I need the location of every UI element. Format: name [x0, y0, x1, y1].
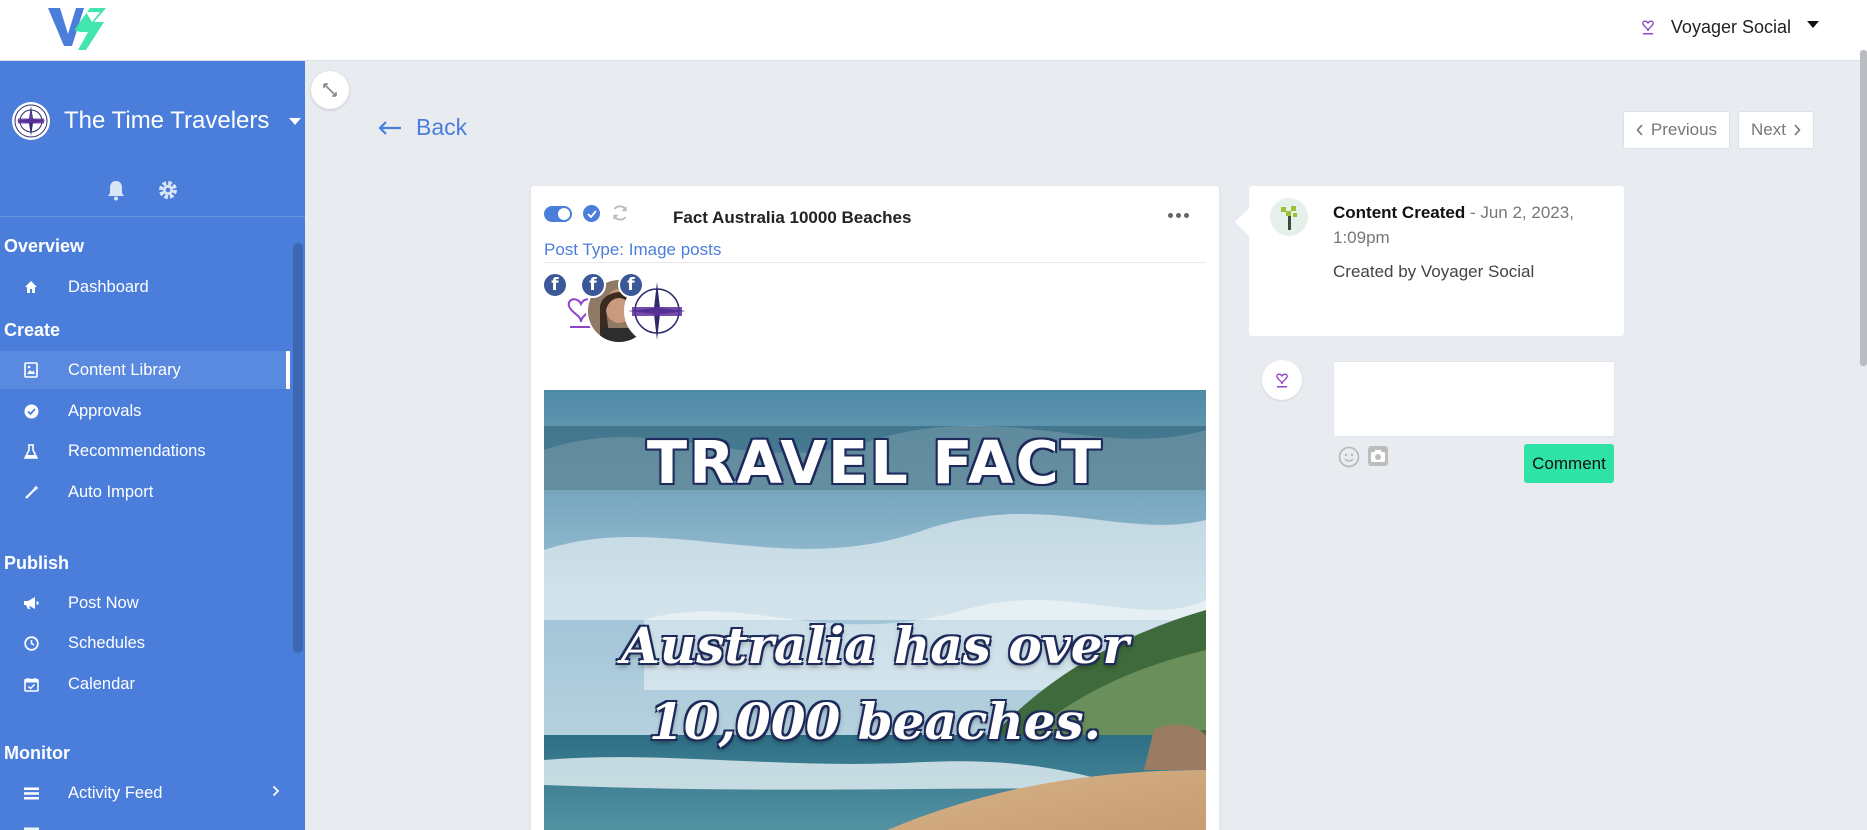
chevron-right-icon — [272, 785, 280, 797]
post-image[interactable]: TRAVEL FACT Australia has over 10,000 be… — [544, 390, 1206, 830]
sidebar-item-activity-feed[interactable]: Activity Feed — [0, 774, 290, 812]
back-link[interactable]: Back — [378, 114, 467, 141]
sidebar-item-label: Recommendations — [68, 441, 206, 460]
section-overview: Overview — [4, 236, 85, 256]
sidebar-item-label: Approvals — [68, 401, 142, 420]
post-card: Fact Australia 10000 Beaches Post Type: … — [531, 186, 1219, 830]
brand-avatar — [12, 102, 50, 140]
camera-icon[interactable] — [1367, 445, 1389, 467]
chevron-right-icon — [1794, 124, 1801, 136]
activity-title: Content Created - Jun 2, 2023, 1:09pm — [1333, 200, 1603, 250]
sidebar-item-schedules[interactable]: Schedules — [0, 624, 290, 662]
section-create: Create — [4, 320, 61, 340]
image-heading: TRAVEL FACT — [646, 428, 1104, 497]
sidebar-item-calendar[interactable]: Calendar — [0, 665, 290, 703]
facebook-icon: f — [618, 272, 644, 298]
next-button[interactable]: Next — [1738, 111, 1814, 149]
sidebar-item-label: Auto Import — [68, 482, 154, 501]
sidebar-item-label: Post Now — [68, 593, 139, 612]
comment-button[interactable]: Comment — [1524, 444, 1614, 483]
section-publish: Publish — [4, 553, 70, 573]
sidebar-item-post-now[interactable]: Post Now — [0, 584, 290, 622]
previous-button[interactable]: Previous — [1622, 111, 1731, 149]
activity-avatar — [1270, 198, 1308, 236]
sidebar-item-auto-import[interactable]: Auto Import — [0, 473, 290, 511]
arrow-left-icon — [378, 120, 401, 135]
sidebar-item-label: Dashboard — [68, 277, 149, 296]
sidebar-item-label: Schedules — [68, 633, 146, 652]
divider — [544, 262, 1206, 263]
list-icon — [22, 784, 40, 802]
section-monitor: Monitor — [4, 743, 70, 763]
image-caption-line: Australia has over — [621, 616, 1129, 675]
voyager-logo-icon — [1276, 373, 1288, 388]
clock-icon — [22, 634, 40, 652]
image-file-icon — [22, 361, 40, 379]
image-caption: Australia has over 10,000 beaches. — [544, 608, 1206, 760]
megaphone-icon — [22, 594, 40, 612]
top-bar: Voyager Social — [0, 0, 1867, 61]
page-scrollbar[interactable] — [1860, 50, 1867, 366]
pager: Previous Next — [1622, 111, 1814, 149]
home-icon — [22, 278, 40, 296]
account-menu[interactable]: Voyager Social — [1636, 16, 1819, 38]
back-label: Back — [416, 114, 468, 140]
expand-toggle-button[interactable] — [311, 71, 349, 109]
more-options-icon[interactable] — [1168, 213, 1189, 218]
account-name: Voyager Social — [1670, 16, 1791, 37]
calendar-check-icon — [22, 675, 40, 693]
target-profiles: f f f — [542, 272, 708, 348]
flask-icon — [22, 442, 40, 460]
sidebar-item-content-library[interactable]: Content Library — [0, 351, 290, 389]
sidebar-item-label: Calendar — [68, 674, 135, 693]
previous-label: Previous — [1650, 120, 1718, 139]
compass-icon — [14, 104, 48, 138]
next-label: Next — [1751, 120, 1786, 139]
account-avatar-icon — [1636, 16, 1659, 38]
comment-input[interactable] — [1333, 361, 1615, 437]
sidebar-item-dashboard[interactable]: Dashboard — [0, 268, 290, 306]
caret-down-icon — [289, 117, 302, 125]
commenter-avatar — [1262, 360, 1302, 400]
magic-wand-icon — [22, 483, 40, 501]
brand-name: The Time Travelers — [64, 107, 270, 134]
sidebar-item-recommendations[interactable]: Recommendations — [0, 432, 290, 470]
post-enabled-toggle[interactable] — [544, 206, 572, 222]
post-type: Post Type: Image posts — [544, 240, 722, 259]
caret-down-icon — [1807, 20, 1819, 28]
bell-icon[interactable] — [105, 179, 127, 201]
activity-body: Created by Voyager Social — [1333, 262, 1535, 281]
chevron-left-icon — [1636, 124, 1643, 136]
post-title: Fact Australia 10000 Beaches — [673, 208, 912, 227]
app-logo[interactable] — [46, 4, 108, 54]
image-caption-line: 10,000 beaches. — [648, 692, 1102, 751]
refresh-icon[interactable] — [611, 204, 629, 222]
facebook-icon: f — [580, 272, 606, 298]
check-circle-icon — [22, 402, 40, 420]
sidebar-item-label: Activity Feed — [68, 783, 163, 802]
expand-arrows-icon — [323, 83, 337, 97]
sidebar-item-label: Content Library — [68, 360, 181, 379]
list-icon — [22, 824, 40, 830]
facebook-icon: f — [542, 272, 568, 298]
emoji-icon[interactable] — [1338, 446, 1360, 468]
tree-icon — [1281, 206, 1297, 230]
sidebar: The Time Travelers Overview Dashboard Cr… — [0, 61, 305, 830]
approved-check-icon[interactable] — [583, 205, 600, 222]
sidebar-scrollbar[interactable] — [293, 243, 303, 653]
sidebar-divider — [0, 216, 305, 217]
sidebar-quick-icons — [105, 179, 179, 201]
brand-switcher[interactable]: The Time Travelers — [12, 102, 302, 140]
gear-icon[interactable] — [157, 179, 179, 201]
profile-the-time-travelers[interactable]: f — [618, 272, 690, 344]
sidebar-item-partial[interactable] — [0, 814, 290, 830]
sidebar-item-approvals[interactable]: Approvals — [0, 392, 290, 430]
activity-event: Content Created — [1333, 203, 1466, 222]
